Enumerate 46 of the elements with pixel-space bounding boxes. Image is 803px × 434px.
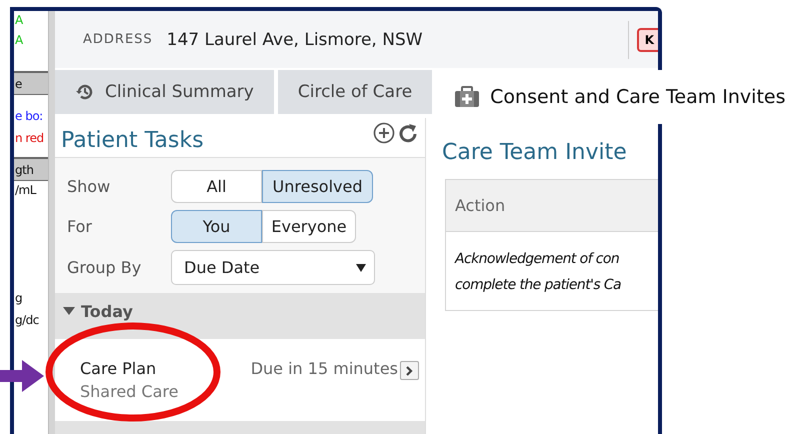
column-header: gth bbox=[14, 157, 48, 181]
tab[interactable]: Circle of Care bbox=[278, 70, 432, 114]
allergy-badge: K bbox=[636, 28, 658, 52]
caret-icon bbox=[63, 306, 75, 316]
address-value: 147 Laurel Ave, Lismore, NSW bbox=[166, 30, 424, 50]
tab-label: Circle of Care bbox=[298, 82, 412, 102]
add-icon[interactable] bbox=[373, 122, 395, 144]
toggle-option[interactable]: All bbox=[171, 170, 262, 203]
history-icon bbox=[75, 83, 95, 101]
section-title: Care Team Invite bbox=[442, 140, 628, 165]
filter-label: For bbox=[67, 217, 93, 236]
column-header: Action bbox=[446, 180, 658, 232]
group-header[interactable]: Today bbox=[55, 293, 425, 339]
tab-label: Clinical Summary bbox=[105, 82, 254, 102]
tab-label: Consent and Care Team Invites bbox=[490, 86, 786, 108]
cell-text: g/dc bbox=[14, 312, 40, 329]
splitter-bar[interactable] bbox=[48, 11, 55, 434]
medkit-icon bbox=[454, 86, 480, 108]
address-label: ADDRESS bbox=[83, 32, 153, 47]
toggle-option[interactable]: Everyone bbox=[262, 210, 356, 243]
column-header: e bbox=[14, 71, 48, 95]
task-title: Care Plan bbox=[80, 359, 158, 378]
cell-text: A bbox=[14, 12, 24, 29]
cell-text: A bbox=[14, 32, 24, 49]
select-value: Due Date bbox=[184, 258, 260, 277]
table-cell-text: Acknowledgement of con complete the patient's Ca bbox=[453, 250, 622, 295]
due-text: Due in 15 minutes bbox=[250, 359, 398, 378]
tab[interactable]: Clinical Summary bbox=[55, 70, 274, 114]
toggle-option[interactable]: Unresolved bbox=[262, 170, 373, 203]
annotation-arrow bbox=[0, 360, 44, 392]
filter-label: Show bbox=[67, 177, 112, 196]
dropdown-icon bbox=[356, 264, 366, 272]
cell-text: g bbox=[14, 290, 24, 307]
chevron-right-icon bbox=[406, 366, 413, 376]
filter-label: Group By bbox=[67, 258, 142, 277]
open-task-button[interactable] bbox=[400, 361, 419, 380]
cell-text: n red bbox=[14, 130, 45, 147]
toggle-option[interactable]: You bbox=[171, 210, 262, 243]
panel-title: Patient Tasks bbox=[61, 128, 204, 153]
refresh-icon[interactable] bbox=[399, 122, 419, 144]
task-row[interactable]: Care Plan Shared Care Due in 15 minutes bbox=[55, 339, 425, 421]
task-subtitle: Shared Care bbox=[80, 382, 178, 401]
group-label: Today bbox=[81, 302, 133, 320]
group-by-select[interactable]: Due Date bbox=[171, 250, 375, 285]
cell-text: /mL bbox=[14, 182, 38, 199]
cell-text: e bo: bbox=[14, 108, 44, 125]
